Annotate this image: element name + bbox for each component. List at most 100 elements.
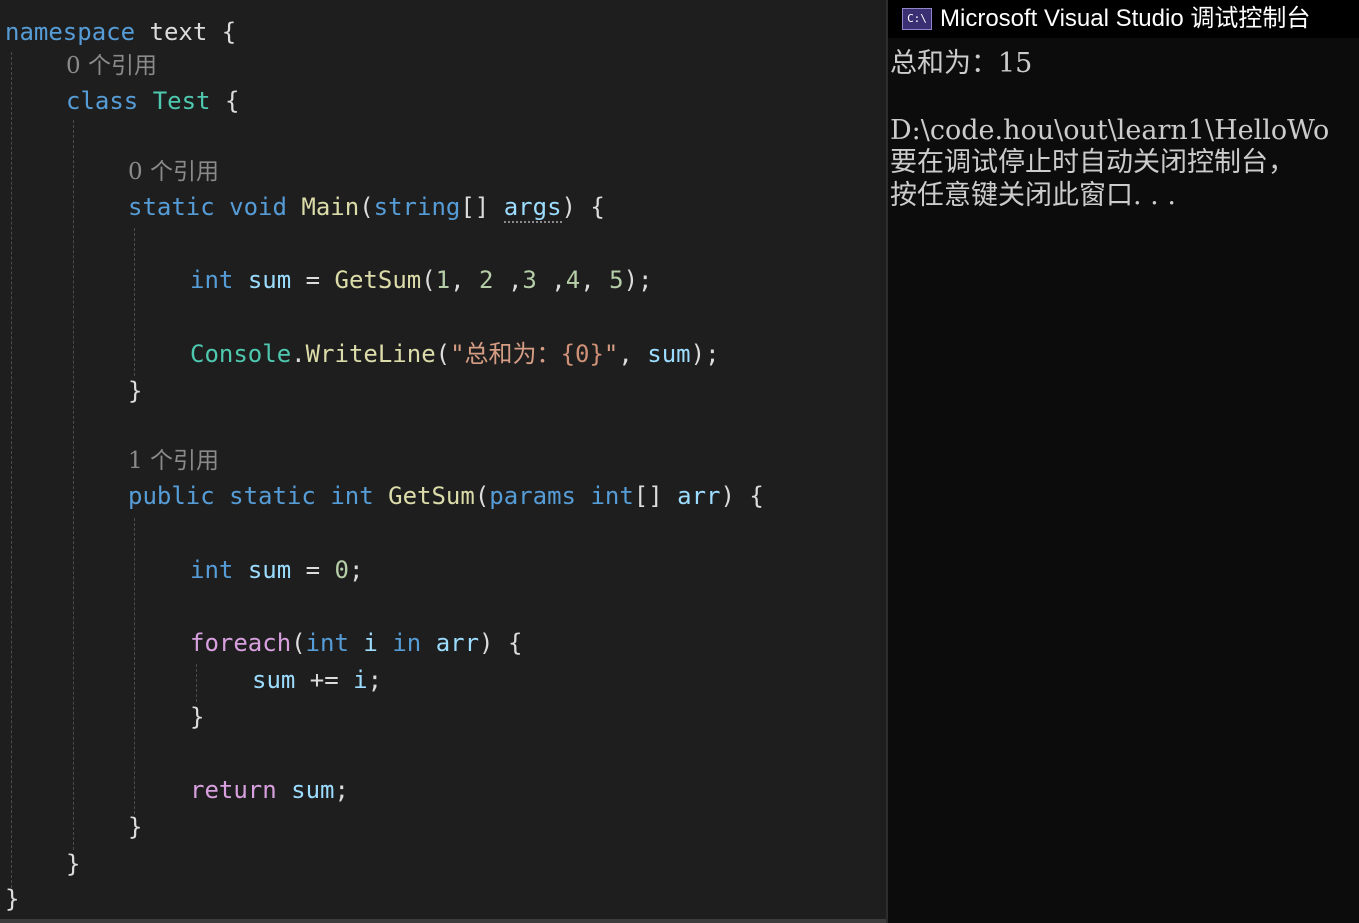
code-token: GetSum [334,266,422,294]
code-token: sum [291,776,335,804]
code-token: sum [247,556,292,584]
code-line-namespace[interactable]: namespace text { [5,17,236,47]
code-token: Test [152,87,211,115]
code-token: ; [348,556,364,584]
code-token: "总和为： [450,340,561,368]
indent-guide [73,120,74,850]
code-token: text [135,18,222,46]
code-token: { [210,87,240,115]
console-output-line: 总和为：15 [890,48,1033,79]
code-token: } [128,377,143,405]
codelens-test-references[interactable]: 0 个引用 [66,51,157,81]
code-token: = [291,266,335,294]
code-line-class-close[interactable]: } [66,849,80,879]
code-token: foreach [190,629,292,657]
code-token: [] [633,482,678,510]
code-token: string [373,193,461,221]
code-token: args [503,193,562,223]
code-token: in [392,629,422,657]
code-editor[interactable]: 0 个引用 0 个引用 1 个引用 namespace text { class… [0,0,886,923]
code-line-getsum-signature[interactable]: public static int GetSum(params int[] ar… [128,481,764,511]
code-token: , [580,266,610,294]
console-title-bar[interactable]: C:\ Microsoft Visual Studio 调试控制台 [888,0,1359,38]
code-token: { [221,18,237,46]
code-token: 1 [435,266,451,294]
code-line-namespace-close[interactable]: } [5,884,19,914]
code-token: 4 [565,266,581,294]
code-line-sum-accumulate[interactable]: sum += i; [252,665,382,695]
code-token: arr [677,482,721,510]
code-token: GetSum [388,482,475,510]
code-token: ; [367,666,383,694]
editor-horizontal-scrollbar[interactable] [0,919,886,923]
code-token: ( [474,482,490,510]
code-token: void [229,193,287,221]
code-line-foreach[interactable]: foreach(int i in arr) { [190,628,522,658]
code-token: ); [690,340,720,368]
code-line-main-signature[interactable]: static void Main(string[] args) { [128,192,605,223]
code-token: ) { [720,482,764,510]
code-line-return[interactable]: return sum; [190,775,349,805]
code-token: , [536,266,566,294]
code-line-main-close[interactable]: } [128,376,142,406]
code-token: ( [359,193,374,221]
code-token: return [190,776,277,804]
code-token: 0 [334,556,349,584]
code-token: } [66,850,81,878]
code-token: int [590,482,634,510]
indent-guide [11,52,12,888]
code-token: 5 [609,266,624,294]
code-token: , [618,340,648,368]
indent-guide [134,518,135,814]
code-token: int [305,629,349,657]
console-exe-path-line: D:\code.hou\out\learn1\HelloWo [890,115,1330,146]
console-auto-close-notice: 要在调试停止时自动关闭控制台， [890,147,1295,178]
console-press-any-key-prompt: 按任意键关闭此窗口. . . [890,180,1176,211]
codelens-main-references[interactable]: 0 个引用 [128,157,219,187]
code-token: static [128,193,215,221]
code-token: WriteLine [305,340,436,368]
code-token: static [229,482,316,510]
code-token: ; [334,776,349,804]
code-token: , [493,266,523,294]
code-token: = [291,556,335,584]
indent-guide [134,228,135,376]
code-token: sum [252,666,296,694]
code-token: [] [460,193,504,221]
code-token: int [330,482,374,510]
code-token: i [363,629,378,657]
code-line-class-declaration[interactable]: class Test { [66,86,239,116]
code-token: ( [291,629,306,657]
code-line-getsum-close[interactable]: } [128,812,142,842]
debug-console-window[interactable]: C:\ Microsoft Visual Studio 调试控制台 总和为：15… [886,0,1359,923]
code-token: sum [647,340,691,368]
code-line-foreach-close[interactable]: } [190,702,204,732]
code-token: } [190,703,205,731]
code-token: ); [623,266,653,294]
code-token: {0} [560,340,604,368]
code-token: 3 [522,266,537,294]
screen: 0 个引用 0 个引用 1 个引用 namespace text { class… [0,0,1359,923]
code-token: 2 [479,266,494,294]
code-token: } [128,813,143,841]
code-line-writeline[interactable]: Console.WriteLine("总和为：{0}", sum); [190,339,720,369]
code-token: ) { [561,193,605,221]
code-line-sum-init[interactable]: int sum = 0; [190,555,363,585]
code-line-sum-call[interactable]: int sum = GetSum(1, 2 ,3 ,4, 5); [190,265,652,295]
code-token: ( [421,266,436,294]
code-token: i [353,666,368,694]
code-token: Main [301,193,360,221]
codelens-getsum-references[interactable]: 1 个引用 [128,446,219,476]
